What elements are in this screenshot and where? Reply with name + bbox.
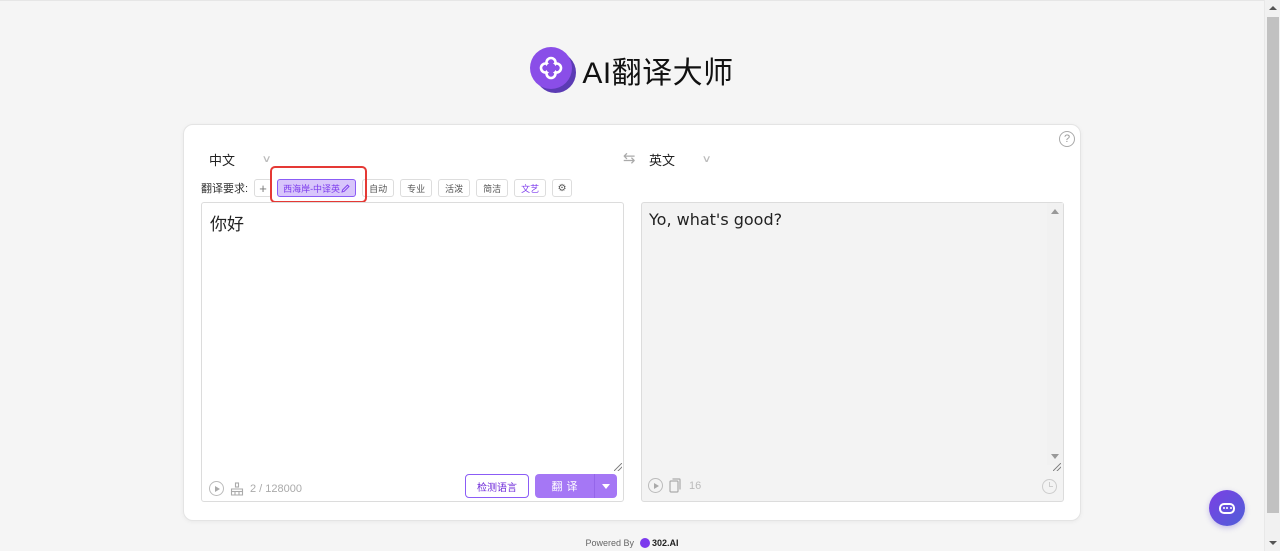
- requirement-chip-professional[interactable]: 专业: [400, 179, 433, 197]
- translated-text: Yo, what's good?: [649, 210, 783, 229]
- detect-language-button[interactable]: 检测语言: [465, 474, 529, 498]
- chat-bubble-icon: [1219, 502, 1235, 514]
- source-text-input[interactable]: 你好: [210, 210, 244, 235]
- translation-requirements: 翻译要求: + 西海岸-中译英 自动 专业 活泼 简洁 文艺 ⚙: [201, 179, 578, 197]
- scroll-down-icon[interactable]: [1051, 454, 1059, 459]
- clover-logo-icon: [540, 56, 563, 80]
- app-logo: [530, 47, 577, 93]
- help-icon[interactable]: ?: [1059, 131, 1075, 147]
- requirement-chip-auto[interactable]: 自动: [362, 179, 395, 197]
- play-icon[interactable]: [209, 481, 224, 496]
- target-language-select[interactable]: 英文 ∨: [649, 150, 712, 169]
- chat-button[interactable]: [1209, 490, 1245, 526]
- page-footer: Powered By 302.AI: [0, 538, 1264, 548]
- add-requirement-button[interactable]: +: [254, 179, 273, 197]
- requirement-chip-concise[interactable]: 简洁: [476, 179, 509, 197]
- chip-label: 西海岸-中译英: [283, 183, 341, 194]
- target-scrollbar[interactable]: [1047, 203, 1063, 465]
- app-header: AI翻译大师: [0, 47, 1264, 93]
- chevron-down-icon: ∨: [701, 154, 712, 165]
- target-footer: 16: [648, 478, 701, 493]
- play-icon[interactable]: [648, 478, 663, 493]
- requirement-chip-west-coast[interactable]: 西海岸-中译英: [277, 179, 357, 197]
- translate-button-label[interactable]: 翻译: [535, 474, 595, 498]
- resize-handle[interactable]: [1053, 463, 1061, 471]
- swap-languages-icon[interactable]: ⇆: [623, 149, 636, 167]
- top-border: [0, 0, 1264, 1]
- brand-logo-icon: [640, 538, 650, 548]
- requirement-chip-lively[interactable]: 活泼: [438, 179, 471, 197]
- resize-handle[interactable]: [614, 463, 622, 471]
- target-language-label: 英文: [649, 153, 676, 168]
- history-clock-icon[interactable]: [1042, 479, 1057, 494]
- brand-name: 302.AI: [652, 538, 679, 548]
- source-language-select[interactable]: 中文 ∨: [209, 150, 272, 169]
- source-footer: 2 / 128000: [209, 481, 302, 496]
- target-char-count: 16: [689, 479, 702, 492]
- source-text-pane[interactable]: 你好 2 / 128000 检测语言 翻译: [201, 202, 624, 502]
- gear-icon[interactable]: ⚙: [552, 179, 573, 197]
- brand-link[interactable]: 302.AI: [640, 538, 679, 548]
- app-title: AI翻译大师: [582, 57, 734, 90]
- caret-down-icon[interactable]: [595, 474, 617, 498]
- powered-by-label: Powered By: [585, 538, 634, 548]
- pencil-icon[interactable]: [341, 183, 350, 193]
- translator-card: ? 中文 ∨ ⇆ 英文 ∨ 翻译要求: + 西海岸-中译英 自动 专业 活泼 简…: [183, 124, 1081, 521]
- clear-broom-icon[interactable]: [230, 481, 244, 496]
- scroll-down-icon[interactable]: [1269, 541, 1277, 545]
- target-text-pane: Yo, what's good? 16: [641, 202, 1064, 502]
- source-language-label: 中文: [209, 153, 236, 168]
- copy-icon[interactable]: [669, 478, 681, 493]
- scroll-up-icon[interactable]: [1269, 6, 1277, 10]
- requirement-chip-literary[interactable]: 文艺: [514, 179, 547, 197]
- chevron-down-icon: ∨: [261, 154, 272, 165]
- source-char-count: 2 / 128000: [250, 482, 302, 495]
- scrollbar-thumb[interactable]: [1267, 17, 1279, 513]
- translate-button[interactable]: 翻译: [535, 474, 617, 498]
- page-scrollbar[interactable]: [1264, 0, 1280, 551]
- scroll-up-icon[interactable]: [1051, 209, 1059, 214]
- requirements-label: 翻译要求:: [201, 183, 249, 195]
